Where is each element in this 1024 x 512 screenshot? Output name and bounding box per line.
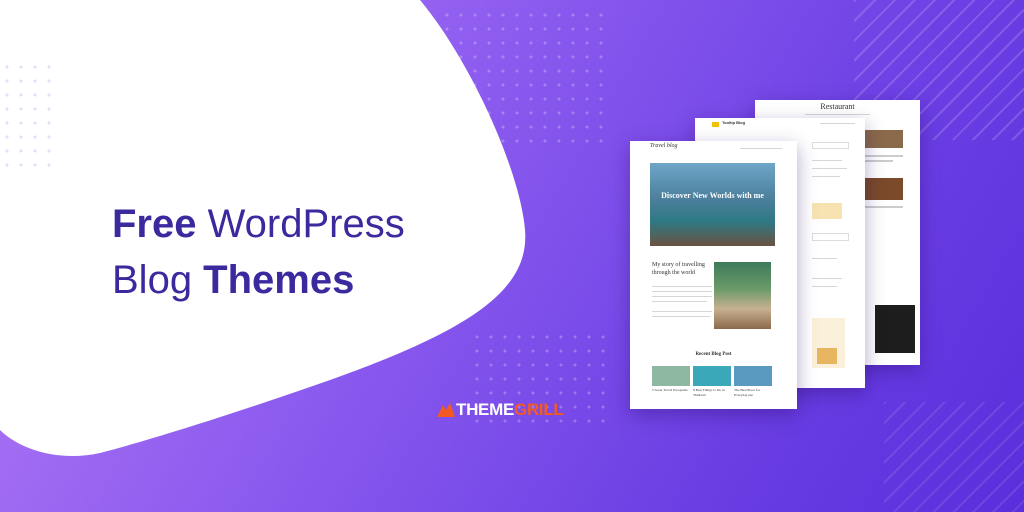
- hero-image: [650, 163, 775, 246]
- banner: Free WordPress Blog Themes THEME GRILL Re…: [0, 0, 1024, 512]
- headline-free: Free: [112, 202, 197, 246]
- themegrill-logo: THEME GRILL: [437, 400, 564, 420]
- headline-line-2: Blog Themes: [112, 252, 405, 308]
- story-heading: My story of travelling through the world: [652, 262, 705, 276]
- headline-wordpress: WordPress: [196, 202, 405, 246]
- post-thumb-3: [734, 366, 772, 386]
- dot-pattern-left: [0, 60, 60, 170]
- headline-themes: Themes: [203, 258, 355, 302]
- recent-posts-heading: Recent Blog Post: [695, 352, 732, 357]
- flame-icon: [437, 403, 455, 417]
- headline-line-1: Free WordPress: [112, 196, 405, 252]
- post-title-3: The Best Place for Everyday use: [734, 388, 760, 397]
- stripe-pattern-bottom: [884, 402, 1024, 512]
- hero-heading: Discover New Worlds with me: [661, 191, 764, 200]
- logo-theme: THEME: [456, 400, 515, 419]
- headline: Free WordPress Blog Themes: [112, 196, 405, 308]
- travel-blog-mockup: Travel blog Discover New Worlds with me …: [630, 141, 797, 409]
- dot-pattern-top: [440, 8, 610, 148]
- headline-blog: Blog: [112, 258, 204, 302]
- travel-site-name: Travel blog: [650, 143, 678, 149]
- post-thumb-2: [693, 366, 731, 386]
- story-image: [714, 262, 771, 329]
- post-title-2: 8 Best Things to Do in Thailand: [693, 388, 725, 397]
- post-thumb-1: [652, 366, 690, 386]
- restaurant-title: Restaurant: [820, 102, 855, 111]
- logo-grill: GRILL: [514, 400, 564, 419]
- tooltip-site-name: Tooltip Blog: [722, 120, 746, 125]
- post-title-1: 5 Great Travel Escapades: [652, 388, 688, 392]
